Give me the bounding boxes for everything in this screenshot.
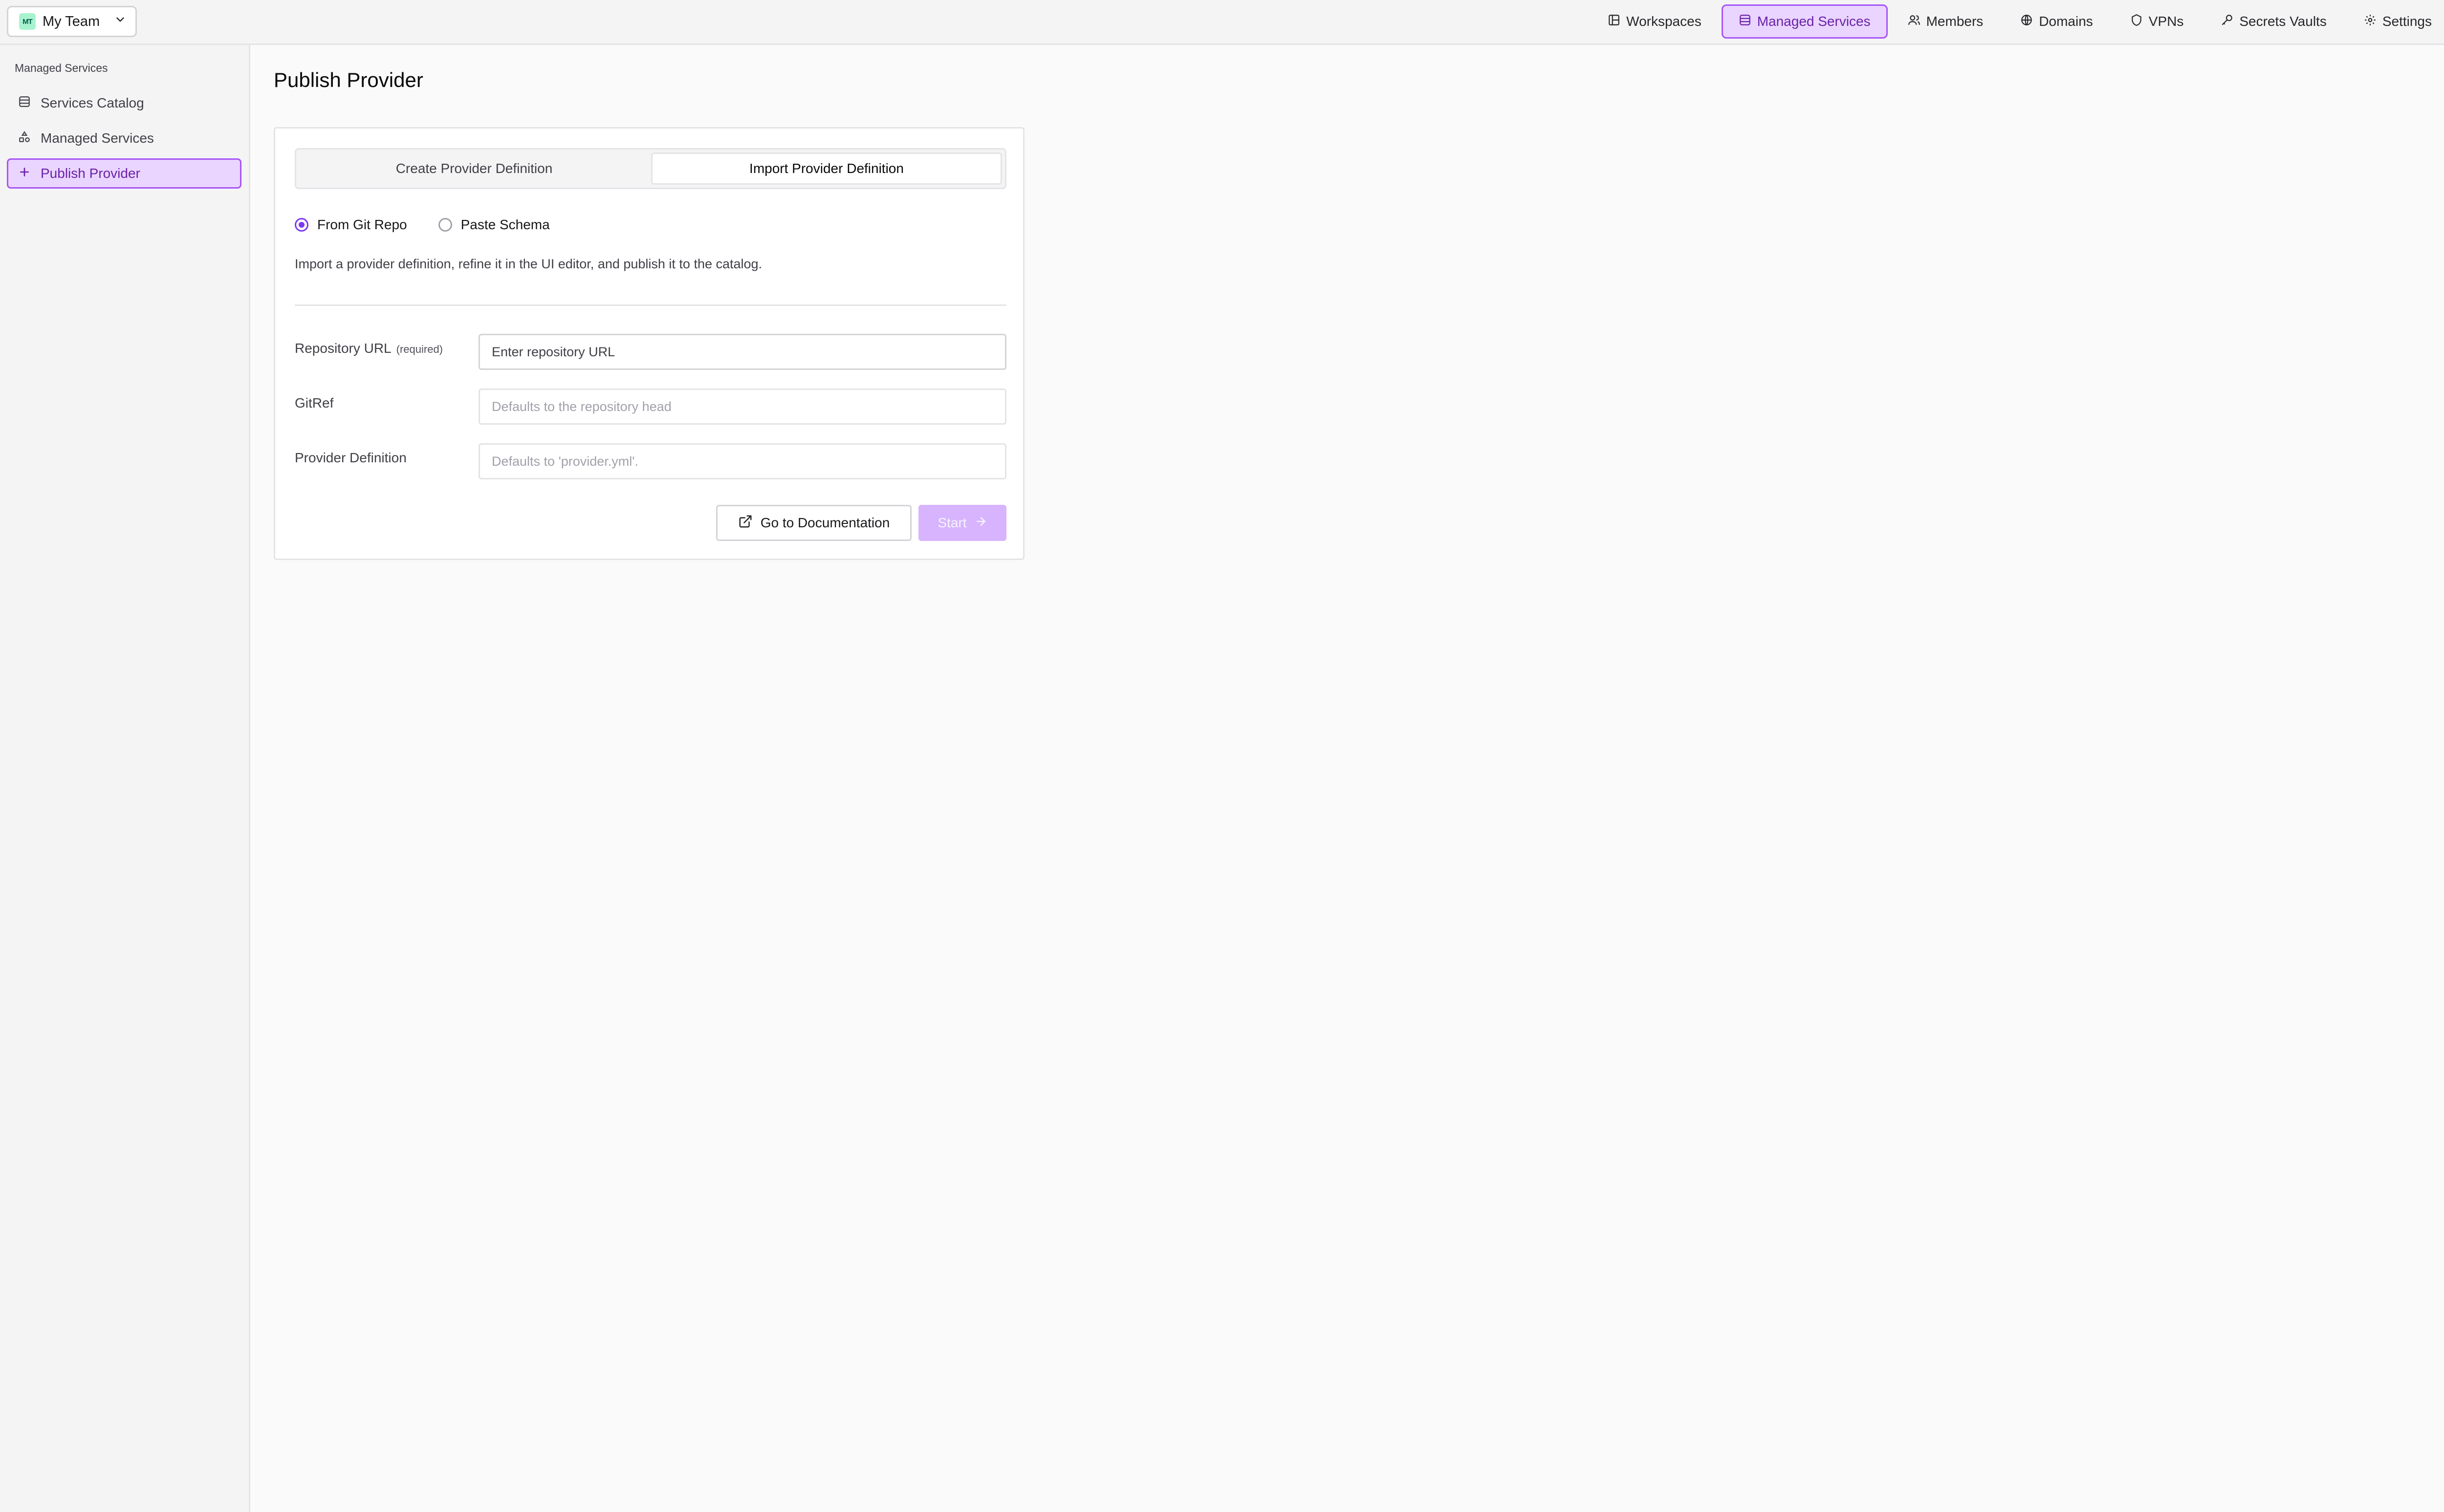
sidebar-item-label: Publish Provider	[41, 166, 140, 181]
start-button[interactable]: Start	[918, 505, 1006, 541]
users-icon	[1908, 14, 1920, 30]
definition-tabs: Create Provider Definition Import Provid…	[295, 148, 1006, 189]
nav-secrets-vaults[interactable]: Secrets Vaults	[2204, 4, 2343, 39]
database-icon	[18, 95, 31, 111]
radio-label: From Git Repo	[317, 217, 407, 232]
nav-domains[interactable]: Domains	[2003, 4, 2110, 39]
external-link-icon	[738, 514, 753, 532]
tab-import-provider-definition[interactable]: Import Provider Definition	[651, 152, 1002, 185]
nav-managed-services[interactable]: Managed Services	[1721, 4, 1888, 39]
gitref-label: GitRef	[295, 395, 333, 411]
nav-domains-label: Domains	[2039, 14, 2093, 29]
gitref-label-text: GitRef	[295, 395, 334, 410]
page-title: Publish Provider	[274, 68, 423, 91]
nav-secrets-vaults-label: Secrets Vaults	[2239, 14, 2327, 29]
layout-icon	[1608, 14, 1620, 30]
radio-label: Paste Schema	[460, 217, 550, 232]
shield-icon	[2130, 14, 2143, 30]
required-note: (required)	[396, 343, 443, 355]
publish-provider-card: Create Provider Definition Import Provid…	[274, 127, 1025, 560]
sidebar: Managed Services Services Catalog Manage…	[0, 45, 250, 1512]
plus-icon	[18, 166, 31, 182]
provider-definition-label-text: Provider Definition	[295, 450, 407, 465]
database-icon	[1739, 14, 1751, 30]
tab-create-provider-definition[interactable]: Create Provider Definition	[299, 152, 649, 185]
sidebar-item-label: Services Catalog	[41, 95, 144, 110]
repo-url-label-text: Repository URL	[295, 341, 392, 356]
chevron-down-icon	[114, 13, 127, 30]
team-switcher[interactable]: MT My Team	[7, 6, 137, 37]
divider	[295, 304, 1006, 306]
radio-unchecked-indicator[interactable]	[438, 218, 452, 232]
shapes-icon	[18, 130, 31, 147]
sidebar-item-services-catalog[interactable]: Services Catalog	[7, 88, 241, 118]
radio-checked-indicator[interactable]	[295, 218, 308, 232]
provider-definition-input[interactable]	[479, 443, 1006, 479]
team-name: My Team	[43, 13, 100, 29]
sidebar-item-managed-services[interactable]: Managed Services	[7, 123, 241, 153]
nav-workspaces-label: Workspaces	[1626, 14, 1702, 29]
arrow-right-icon	[975, 515, 987, 531]
provider-definition-label: Provider Definition	[295, 450, 407, 466]
nav-members[interactable]: Members	[1891, 4, 2001, 39]
nav-settings[interactable]: Settings	[2347, 4, 2444, 39]
repo-url-input[interactable]	[479, 334, 1006, 370]
nav-vpns-label: VPNs	[2148, 14, 2184, 29]
sidebar-heading: Managed Services	[15, 62, 108, 74]
go-to-documentation-label: Go to Documentation	[760, 515, 890, 530]
nav-settings-label: Settings	[2382, 14, 2432, 29]
gitref-input[interactable]	[479, 389, 1006, 425]
radio-from-git-repo[interactable]: From Git Repo	[295, 217, 407, 233]
nav-workspaces[interactable]: Workspaces	[1591, 4, 1719, 39]
top-nav: Workspaces Managed Services Members Doma…	[1591, 4, 2444, 39]
top-bar: MT My Team Workspaces Managed Services M…	[0, 0, 2444, 45]
source-radio-group: From Git Repo Paste Schema	[295, 213, 581, 237]
radio-paste-schema[interactable]: Paste Schema	[438, 217, 550, 233]
globe-icon	[2020, 14, 2033, 30]
nav-vpns[interactable]: VPNs	[2113, 4, 2201, 39]
sidebar-item-publish-provider[interactable]: Publish Provider	[7, 158, 241, 189]
import-description: Import a provider definition, refine it …	[295, 257, 763, 271]
gear-icon	[2364, 14, 2377, 30]
repo-url-label: Repository URL (required)	[295, 341, 443, 356]
key-icon	[2221, 14, 2233, 30]
team-badge: MT	[19, 13, 36, 30]
nav-members-label: Members	[1926, 14, 1984, 29]
go-to-documentation-button[interactable]: Go to Documentation	[716, 505, 912, 541]
start-label: Start	[938, 515, 967, 530]
nav-managed-services-label: Managed Services	[1757, 14, 1871, 29]
sidebar-item-label: Managed Services	[41, 130, 154, 146]
